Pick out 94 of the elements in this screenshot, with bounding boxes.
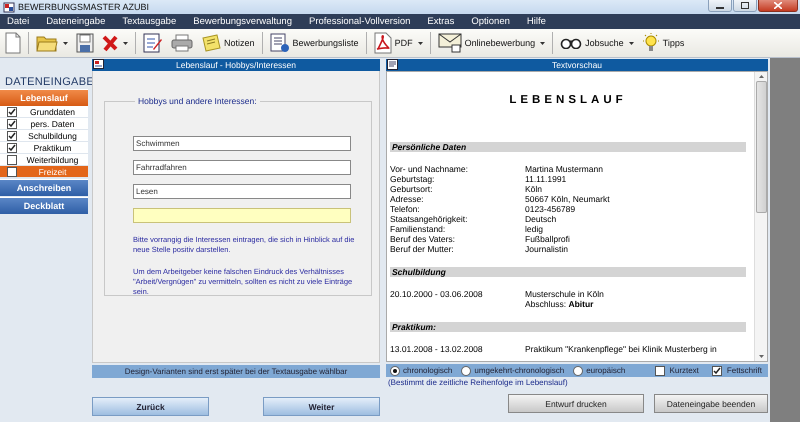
field-label: Vor- und Nachname:	[390, 164, 469, 174]
sidebar-item[interactable]: Schulbildung	[0, 130, 88, 142]
action-button[interactable]: Dateneingabe beenden	[654, 394, 768, 413]
field-value: 11.11.1991	[525, 174, 566, 184]
glasses-icon	[560, 37, 582, 49]
nav-button[interactable]: Weiter	[263, 397, 380, 416]
input-field[interactable]	[133, 208, 351, 223]
menu-item[interactable]: Extras	[427, 16, 454, 27]
field-label: Geburtsort:	[390, 184, 434, 194]
field-label: Staatsangehörigkeit:	[390, 214, 468, 224]
section-heading: Praktikum:	[390, 322, 746, 332]
folder-icon	[36, 34, 58, 52]
input-field[interactable]: Schwimmen	[133, 136, 351, 151]
hint-text: (Bestimmt die zeitliche Reihenfolge im Lebenslauf)	[387, 378, 569, 387]
field-label: Adresse:	[390, 194, 425, 204]
minimize-button[interactable]	[708, 0, 732, 12]
info-bar: Design-Varianten sind erst später bei der Textausgabe wählbar	[92, 365, 380, 378]
field-value: ledig	[525, 224, 543, 234]
toolbar-button[interactable]: PDF	[370, 31, 426, 55]
close-button[interactable]	[758, 0, 798, 12]
field-label: Familienstand:	[390, 224, 446, 234]
menu-item[interactable]: Textausgabe	[122, 16, 176, 27]
sidebar-section-button[interactable]: Deckblatt	[0, 197, 88, 214]
section-heading: Persönliche Daten	[390, 142, 746, 152]
sidebar-item[interactable]: Weiterbildung	[0, 154, 88, 166]
envelope-icon	[438, 33, 462, 53]
field-value: Köln	[525, 184, 542, 194]
edit-document-icon	[143, 33, 163, 53]
field-value: Martina Mustermann	[525, 164, 603, 174]
field-value: 50667 Köln, Neumarkt	[525, 194, 610, 204]
field-value: Journalistin	[525, 244, 568, 254]
field-value: Abschluss: Abitur	[525, 299, 594, 309]
cross-icon	[102, 34, 118, 52]
checkbox-option[interactable]: Fettschrift	[712, 366, 762, 376]
maximize-icon	[741, 2, 749, 9]
field-label: 20.10.2000 - 03.06.2008	[390, 289, 484, 301]
field-label: Beruf der Mutter:	[390, 244, 455, 254]
sticky-note-icon	[201, 34, 221, 52]
light-bulb-icon	[642, 33, 660, 53]
menu-item[interactable]: Professional-Vollversion	[309, 16, 410, 27]
pdf-file-icon	[374, 32, 392, 54]
sidebar-item[interactable]: Praktikum	[0, 142, 88, 154]
radio-option[interactable]: chronologisch	[390, 366, 452, 376]
menu-item[interactable]: Hilfe	[526, 16, 546, 27]
maximize-button[interactable]	[733, 0, 757, 12]
input-field[interactable]: Fahrradfahren	[133, 160, 351, 175]
toolbar-button[interactable]: Notizen	[198, 31, 258, 55]
radio-option[interactable]: umgekehrt-chronologisch	[461, 366, 564, 376]
toolbar-button[interactable]: Jobsuche	[557, 31, 637, 55]
panel-header: Textvorschau	[386, 59, 768, 71]
checkbox[interactable]	[7, 166, 17, 176]
radio-option[interactable]: europäisch	[573, 366, 626, 376]
form-icon	[93, 59, 104, 69]
field-value: Musterschule in Köln	[525, 289, 604, 299]
new-document-icon	[5, 32, 21, 54]
checkbox[interactable]	[7, 142, 17, 152]
group-legend: Hobbys und andere Interessen:	[135, 96, 260, 106]
scrollbar[interactable]	[754, 72, 767, 361]
list-document-icon	[270, 33, 290, 53]
field-label: 13.01.2008 - 13.02.2008	[390, 344, 484, 354]
toolbar-button[interactable]: Tipps	[638, 31, 688, 55]
field-value: Fußballprofi	[525, 234, 570, 244]
sidebar-section-button[interactable]: Anschreiben	[0, 179, 88, 196]
toolbar-button[interactable]: Bewerbungsliste	[266, 31, 362, 55]
input-field[interactable]: Lesen	[133, 184, 351, 199]
field-value: 0123-456789	[525, 204, 576, 214]
checkbox[interactable]	[7, 106, 17, 116]
menu-item[interactable]: Datei	[7, 16, 30, 27]
nav-button[interactable]: Zurück	[92, 397, 209, 416]
field-label: Beruf des Vaters:	[390, 234, 456, 244]
menu-item[interactable]: Optionen	[471, 16, 510, 27]
checkbox[interactable]	[7, 130, 17, 140]
checkbox-option[interactable]: Kurztext	[654, 366, 699, 376]
sidebar-item[interactable]: pers. Daten	[0, 118, 88, 130]
scroll-up-icon[interactable]	[758, 75, 764, 78]
menu-item[interactable]: Dateneingabe	[46, 16, 106, 27]
printer-icon	[171, 34, 193, 52]
section-heading: Schulbildung	[390, 267, 746, 277]
menu-item[interactable]: Bewerbungsverwaltung	[193, 16, 292, 27]
scroll-down-icon[interactable]	[758, 355, 764, 358]
checkmark-icon	[712, 366, 721, 374]
field-label: Telefon:	[390, 204, 421, 214]
checkbox[interactable]	[7, 118, 17, 128]
action-button[interactable]: Entwurf drucken	[508, 394, 644, 413]
window-title: BEWERBUNGSMASTER AZUBI	[18, 2, 150, 12]
checkbox[interactable]	[7, 154, 17, 164]
toolbar-button[interactable]: Onlinebewerbung	[434, 31, 548, 55]
close-icon	[774, 2, 782, 9]
field-value: Praktikum "Krankenpflege" bei Klinik Musterberg in	[525, 344, 717, 354]
panel-header: Lebenslauf - Hobbys/Interessen	[92, 59, 380, 71]
sidebar-item[interactable]: Grunddaten	[0, 106, 88, 118]
field-label: Geburtstag:	[390, 174, 436, 184]
field-value: Deutsch	[525, 214, 556, 224]
document-title: LEBENSLAUF	[508, 94, 628, 106]
